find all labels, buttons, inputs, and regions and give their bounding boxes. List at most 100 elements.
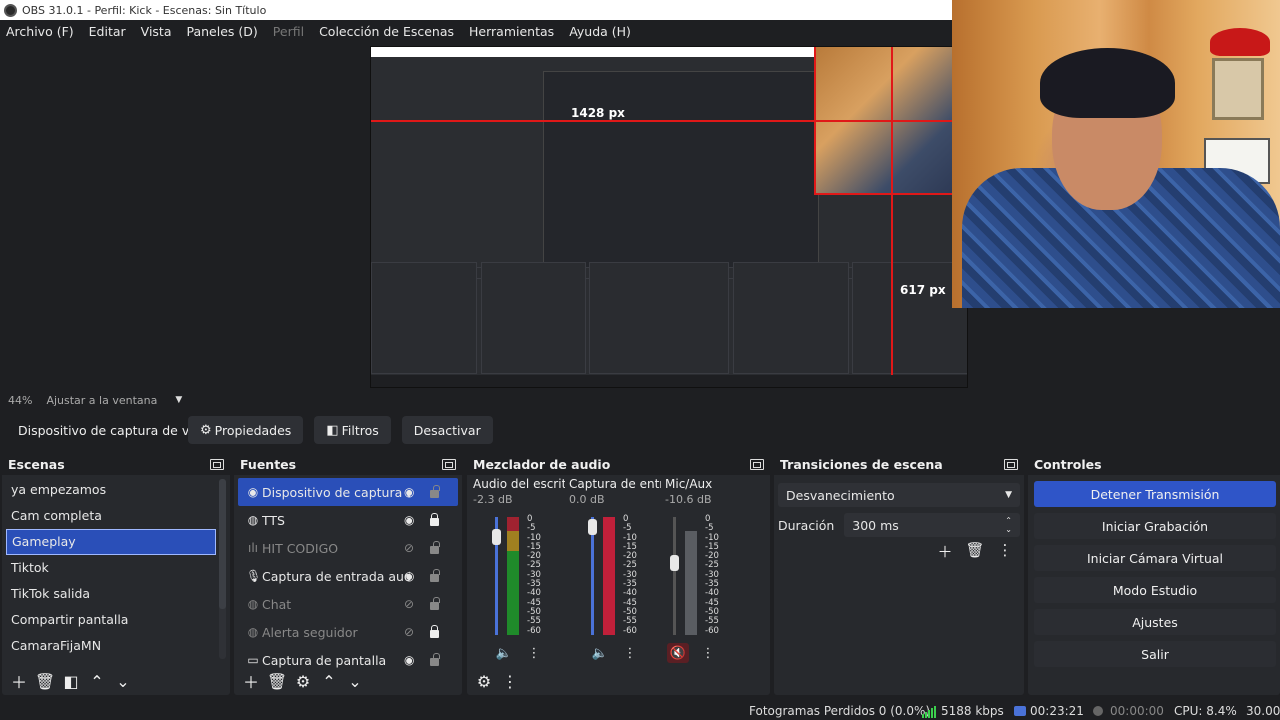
volume-fader[interactable]: [673, 517, 676, 635]
scene-item-selected[interactable]: Gameplay: [6, 529, 216, 555]
move-down-icon[interactable]: ⌄: [110, 669, 136, 693]
menu-coleccion-escenas[interactable]: Colección de Escenas: [319, 24, 454, 39]
scene-item[interactable]: Tiktok: [6, 555, 216, 581]
menu-perfil[interactable]: Perfil: [273, 24, 304, 39]
eye-hidden-icon[interactable]: ⊘: [404, 625, 414, 639]
zoom-mode-select[interactable]: Ajustar a la ventana ▼: [46, 394, 182, 407]
lock-icon[interactable]: [430, 513, 439, 526]
audio-meter: [603, 517, 615, 635]
filter-icon: ◧: [326, 422, 339, 438]
eye-icon[interactable]: ◉: [404, 485, 414, 499]
source-item[interactable]: ◍ Alerta seguidor ⊘: [238, 618, 458, 646]
start-virtual-camera-button[interactable]: Iniciar Cámara Virtual: [1034, 545, 1276, 571]
kebab-menu-icon[interactable]: ⋮: [697, 643, 719, 663]
selected-source-name: Dispositivo de captura de v: [18, 422, 188, 438]
unlock-icon[interactable]: [430, 541, 440, 554]
zoom-level: 44%: [8, 393, 33, 407]
scene-item[interactable]: ya empezamos: [6, 477, 216, 503]
channel-db: -10.6 dB: [665, 493, 712, 506]
kebab-menu-icon[interactable]: ⋮: [523, 643, 545, 663]
scenes-scrollbar[interactable]: [219, 479, 226, 659]
start-recording-button[interactable]: Iniciar Grabación: [1034, 513, 1276, 539]
scene-item[interactable]: CamaraFijaMN: [6, 633, 216, 659]
source-item[interactable]: ılı HIT CODIGO ⊘: [238, 534, 458, 562]
undock-icon[interactable]: [1004, 458, 1018, 470]
add-source-icon[interactable]: ＋: [238, 669, 264, 693]
spin-arrows-icon[interactable]: ⌃ ⌄: [1005, 516, 1012, 534]
undock-icon[interactable]: [442, 458, 456, 470]
kebab-menu-icon[interactable]: ⋮: [994, 541, 1016, 562]
kebab-menu-icon[interactable]: ⋮: [619, 643, 641, 663]
mixer-channel-capture: Captura de entra 0.0 dB 0-5-10-15-20-25-…: [569, 477, 661, 667]
scene-item[interactable]: TikTok salida: [6, 581, 216, 607]
menu-ayuda[interactable]: Ayuda (H): [569, 24, 631, 39]
scenes-scrollbar-thumb[interactable]: [219, 479, 226, 609]
lock-icon[interactable]: [430, 625, 439, 638]
undock-icon[interactable]: [750, 458, 764, 470]
stop-streaming-button[interactable]: Detener Transmisión: [1034, 481, 1276, 507]
source-name: HIT CODIGO: [262, 540, 339, 556]
exit-button[interactable]: Salir: [1034, 641, 1276, 667]
globe-icon: ◍: [247, 597, 259, 611]
menu-vista[interactable]: Vista: [141, 24, 172, 39]
source-settings-icon[interactable]: ⚙: [290, 669, 316, 693]
unlock-icon[interactable]: [430, 485, 440, 498]
remove-source-icon[interactable]: 🗑: [264, 669, 290, 693]
source-item-selected[interactable]: ◉ Dispositivo de captura de v ◉: [238, 478, 458, 506]
add-transition-icon[interactable]: ＋: [934, 541, 956, 562]
unlock-icon[interactable]: [430, 569, 440, 582]
volume-fader-handle[interactable]: [492, 529, 501, 545]
unlock-icon[interactable]: [430, 597, 440, 610]
volume-fader-handle[interactable]: [670, 555, 679, 571]
source-item[interactable]: ◍ TTS ◉: [238, 506, 458, 534]
transition-tools: ＋ 🗑 ⋮: [934, 541, 1016, 562]
menu-editar[interactable]: Editar: [89, 24, 126, 39]
transition-select[interactable]: Desvanecimiento ▼: [778, 483, 1020, 507]
remove-scene-icon[interactable]: 🗑: [32, 669, 58, 693]
undock-icon[interactable]: [210, 458, 224, 470]
db-scale: 0 -5 -10 -15 -20 -25 -30 -35 -40 -45 -50 -55 -60: [705, 514, 719, 636]
monitor-icon: ▭: [247, 653, 259, 667]
channel-db: 0.0 dB: [569, 493, 605, 506]
eye-icon[interactable]: ◉: [404, 513, 414, 527]
advanced-audio-gear-icon[interactable]: ⚙: [471, 669, 497, 693]
eye-icon[interactable]: ◉: [404, 569, 414, 583]
scenes-dock-header: Escenas: [2, 453, 230, 475]
scene-filters-icon[interactable]: ◧: [58, 669, 84, 693]
move-down-icon[interactable]: ⌄: [342, 669, 368, 693]
kebab-menu-icon[interactable]: ⋮: [497, 669, 523, 693]
remove-transition-icon[interactable]: 🗑: [964, 541, 986, 562]
webcam-overlay: [952, 0, 1280, 308]
preview-canvas[interactable]: 1428 px 617 px: [370, 46, 968, 388]
move-up-icon[interactable]: ⌃: [316, 669, 342, 693]
move-up-icon[interactable]: ⌃: [84, 669, 110, 693]
santa-hat-decoration: [1210, 28, 1270, 56]
volume-fader-handle[interactable]: [588, 519, 597, 535]
settings-button[interactable]: Ajustes: [1034, 609, 1276, 635]
menu-paneles[interactable]: Paneles (D): [187, 24, 258, 39]
eye-hidden-icon[interactable]: ⊘: [404, 541, 414, 555]
scene-item[interactable]: Cam completa: [6, 503, 216, 529]
duration-row: Duración 300 ms ⌃ ⌄: [778, 513, 1020, 537]
add-scene-icon[interactable]: ＋: [6, 669, 32, 693]
studio-mode-button[interactable]: Modo Estudio: [1034, 577, 1276, 603]
scene-item[interactable]: Compartir pantalla: [6, 607, 216, 633]
speaker-icon[interactable]: 🔈: [589, 643, 611, 663]
unlock-icon[interactable]: [430, 653, 440, 666]
speaker-muted-icon[interactable]: 🔇: [667, 643, 689, 663]
filters-label: Filtros: [341, 422, 379, 438]
deactivate-button[interactable]: Desactivar: [401, 416, 493, 444]
menu-archivo[interactable]: Archivo (F): [6, 24, 74, 39]
duration-label: Duración: [778, 517, 835, 533]
fps: 30.00: [1246, 704, 1280, 718]
filters-button[interactable]: ◧ Filtros: [314, 416, 391, 444]
speaker-icon[interactable]: 🔈: [493, 643, 515, 663]
source-item[interactable]: 🎙 Captura de entrada audio ◉: [238, 562, 458, 590]
properties-button[interactable]: ⚙ Propiedades: [188, 416, 304, 444]
duration-spinbox[interactable]: 300 ms ⌃ ⌄: [844, 513, 1020, 537]
selected-source: Dispositivo de captura de v: [8, 423, 188, 438]
menu-herramientas[interactable]: Herramientas: [469, 24, 554, 39]
eye-icon[interactable]: ◉: [404, 653, 414, 667]
eye-hidden-icon[interactable]: ⊘: [404, 597, 414, 611]
source-item[interactable]: ◍ Chat ⊘: [238, 590, 458, 618]
